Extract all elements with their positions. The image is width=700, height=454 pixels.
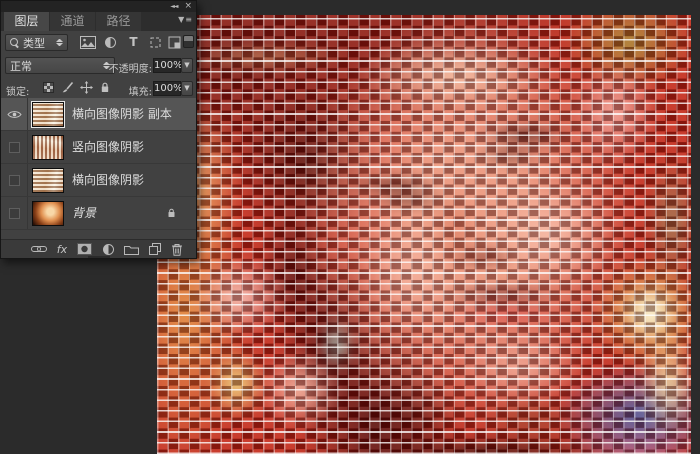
- document-canvas[interactable]: [157, 15, 691, 454]
- layer-thumbnail[interactable]: [32, 201, 64, 226]
- hidden-eye-well[interactable]: [8, 174, 20, 186]
- lock-label: 锁定:: [6, 87, 30, 98]
- blend-mode-select[interactable]: 正常: [5, 57, 115, 74]
- layer-name[interactable]: 横向图像阴影 副本: [72, 98, 172, 130]
- panel-tab-bar: 图层 通道 路径: [1, 12, 196, 31]
- layers-panel: ◄◄ × 图层 通道 路径 ▼≡ 类型 T 正常 不透明度: 100% ▼ 锁定…: [0, 0, 197, 259]
- weave-pattern-overlay: [157, 15, 691, 454]
- panel-resize-notch[interactable]: [87, 256, 110, 258]
- filter-type-layers-icon[interactable]: T: [125, 34, 142, 50]
- fill-dropdown-icon[interactable]: ▼: [181, 81, 193, 96]
- filter-toggle-icon[interactable]: [183, 35, 194, 48]
- fill-label: 填充:: [128, 87, 152, 98]
- eye-icon: [6, 110, 22, 118]
- visibility-toggle[interactable]: [1, 197, 28, 229]
- blend-mode-value: 正常: [10, 59, 32, 73]
- filter-shape-layers-icon[interactable]: [147, 34, 164, 50]
- lock-transparency-icon[interactable]: [40, 80, 56, 95]
- collapse-to-icons-icon[interactable]: ◄◄: [170, 3, 178, 10]
- panel-titlebar[interactable]: ◄◄ ×: [1, 1, 196, 12]
- spinner-arrows-icon: [56, 36, 63, 49]
- layer-row-2[interactable]: 横向图像阴影: [1, 164, 196, 197]
- tab-layers[interactable]: 图层: [4, 12, 49, 31]
- opacity-value-field[interactable]: 100%: [153, 58, 183, 73]
- layer-list: 横向图像阴影 副本 竖向图像阴影 横向图像阴影 背景: [1, 98, 196, 241]
- layer-thumbnail[interactable]: [31, 101, 65, 128]
- visibility-toggle[interactable]: [1, 131, 28, 163]
- filter-kind-label: 类型: [23, 36, 45, 50]
- layer-name[interactable]: 背景: [72, 197, 96, 229]
- visibility-toggle[interactable]: [1, 98, 28, 130]
- lock-all-icon[interactable]: [97, 80, 113, 95]
- background-lock-icon: [167, 208, 176, 219]
- layer-name[interactable]: 竖向图像阴影: [72, 131, 144, 163]
- lock-position-move-icon[interactable]: [78, 80, 94, 95]
- layer-row-background[interactable]: 背景: [1, 197, 196, 230]
- tab-channels[interactable]: 通道: [50, 12, 95, 31]
- link-layers-icon[interactable]: [31, 245, 47, 253]
- layer-style-fx-icon[interactable]: fx: [57, 244, 67, 255]
- layer-thumbnail[interactable]: [32, 168, 64, 193]
- hidden-eye-well[interactable]: [8, 141, 20, 153]
- new-layer-icon[interactable]: [149, 243, 162, 255]
- layer-row-1[interactable]: 竖向图像阴影: [1, 131, 196, 164]
- close-icon[interactable]: ×: [184, 2, 192, 11]
- layer-thumbnail[interactable]: [32, 135, 64, 160]
- layer-row-0[interactable]: 横向图像阴影 副本: [1, 98, 196, 131]
- new-adjustment-layer-icon[interactable]: [102, 243, 115, 256]
- visibility-toggle[interactable]: [1, 164, 28, 196]
- hidden-eye-well[interactable]: [8, 207, 20, 219]
- search-icon: [10, 37, 20, 48]
- new-group-folder-icon[interactable]: [124, 244, 140, 255]
- panel-menu-icon[interactable]: ▼≡: [178, 15, 193, 24]
- delete-layer-trash-icon[interactable]: [171, 243, 183, 256]
- fill-value-field[interactable]: 100%: [153, 81, 183, 96]
- filter-adjustment-layers-icon[interactable]: [102, 34, 119, 50]
- filter-kind-select[interactable]: 类型: [5, 34, 68, 51]
- lock-pixels-brush-icon[interactable]: [59, 80, 75, 95]
- tab-paths[interactable]: 路径: [96, 12, 141, 31]
- opacity-label: 不透明度:: [108, 64, 152, 75]
- layer-name[interactable]: 横向图像阴影: [72, 164, 144, 196]
- filter-pixel-layers-icon[interactable]: [79, 34, 96, 50]
- add-layer-mask-icon[interactable]: [76, 243, 92, 255]
- opacity-dropdown-icon[interactable]: ▼: [181, 58, 193, 73]
- filter-smart-objects-icon[interactable]: [166, 34, 183, 50]
